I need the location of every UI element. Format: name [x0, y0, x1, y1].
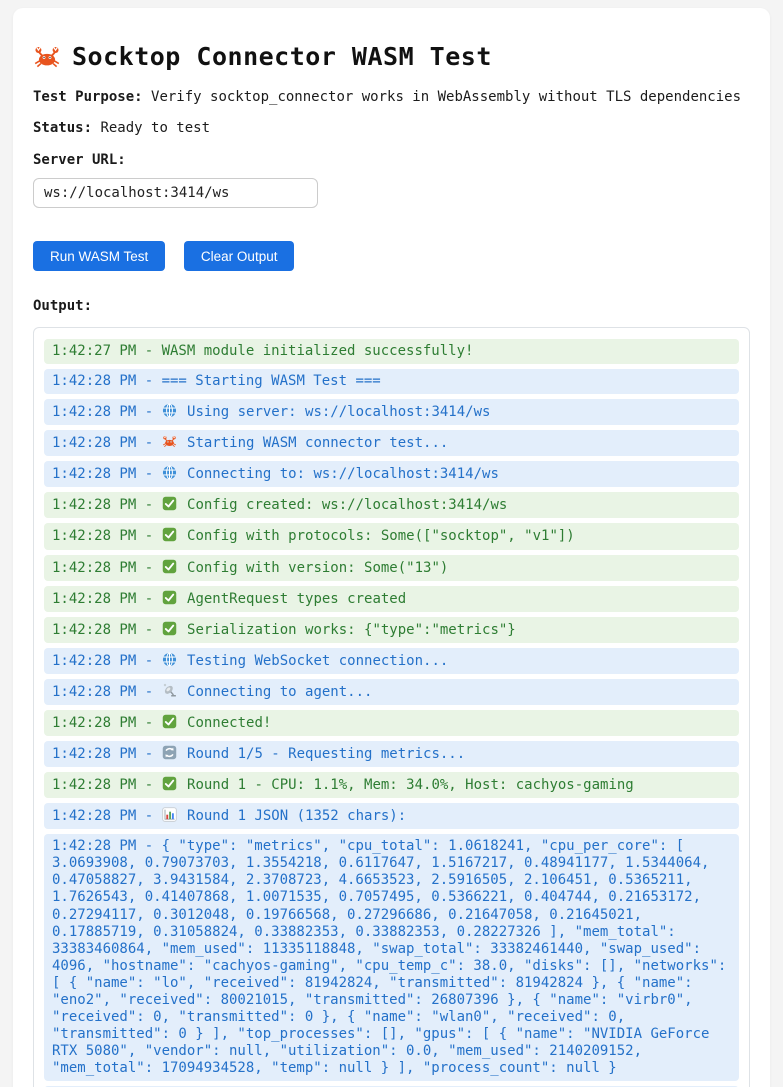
log-message: === Starting WASM Test === [162, 373, 381, 389]
log-entry: 1:42:28 PM - Round 1 JSON (1352 chars): [44, 803, 739, 829]
crab-icon [162, 434, 177, 449]
log-message: Testing WebSocket connection... [187, 653, 448, 669]
output-label: Output: [33, 298, 750, 314]
log-timestamp: 1:42:28 PM - [52, 373, 162, 389]
log-entry: 1:42:28 PM - Round 1/5 - Requesting metr… [44, 741, 739, 767]
log-timestamp: 1:42:28 PM - [52, 808, 162, 824]
log-message: Connecting to: ws://localhost:3414/ws [187, 466, 499, 482]
log-message: Config with version: Some("13") [187, 560, 448, 576]
log-message: Serialization works: {"type":"metrics"} [187, 622, 516, 638]
log-timestamp: 1:42:28 PM - [52, 528, 162, 544]
log-timestamp: 1:42:28 PM - [52, 560, 162, 576]
page-title: Socktop Connector WASM Test [33, 42, 750, 71]
clear-output-button[interactable]: Clear Output [184, 241, 295, 271]
globe-icon [162, 465, 177, 480]
log-entry: 1:42:28 PM - Serialization works: {"type… [44, 617, 739, 643]
log-entry: 1:42:28 PM - === Starting WASM Test === [44, 369, 739, 394]
log-timestamp: 1:42:28 PM - [52, 777, 162, 793]
button-row: Run WASM Test Clear Output [33, 241, 750, 271]
crab-icon [33, 43, 61, 71]
log-entry: 1:42:28 PM - Round 1 - CPU: 1.1%, Mem: 3… [44, 772, 739, 798]
log-container: 1:42:27 PM - WASM module initialized suc… [33, 327, 750, 1087]
log-entry: 1:42:28 PM - Config created: ws://localh… [44, 492, 739, 518]
status-line: Status: Ready to test [33, 120, 750, 138]
log-entry: 1:42:28 PM - Testing WebSocket connectio… [44, 648, 739, 674]
log-message: Starting WASM connector test... [187, 435, 448, 451]
log-entry: 1:42:28 PM - AgentRequest types created [44, 586, 739, 612]
log-entry: 1:42:28 PM - Connecting to: ws://localho… [44, 461, 739, 487]
log-timestamp: 1:42:28 PM - [52, 591, 162, 607]
page-title-text: Socktop Connector WASM Test [72, 42, 492, 71]
log-entry: 1:42:28 PM - Connecting to agent... [44, 679, 739, 705]
log-timestamp: 1:42:28 PM - [52, 838, 162, 854]
test-purpose-text: Verify socktop_connector works in WebAss… [151, 89, 741, 105]
log-timestamp: 1:42:28 PM - [52, 404, 162, 420]
log-entry: 1:42:28 PM - Starting WASM connector tes… [44, 430, 739, 456]
log-entry: 1:42:28 PM - Using server: ws://localhos… [44, 399, 739, 425]
server-url-input[interactable] [33, 178, 318, 208]
log-message: WASM module initialized successfully! [162, 343, 474, 359]
check-icon [162, 559, 177, 574]
log-entry: 1:42:27 PM - WASM module initialized suc… [44, 339, 739, 364]
status-text: Ready to test [100, 120, 210, 136]
log-timestamp: 1:42:28 PM - [52, 715, 162, 731]
log-entry: 1:42:28 PM - Config with protocols: Some… [44, 523, 739, 549]
bar-chart-icon [162, 807, 177, 822]
log-message: AgentRequest types created [187, 591, 406, 607]
log-message: Round 1 JSON (1352 chars): [187, 808, 406, 824]
globe-icon [162, 652, 177, 667]
log-message: Using server: ws://localhost:3414/ws [187, 404, 490, 420]
check-icon [162, 714, 177, 729]
log-timestamp: 1:42:28 PM - [52, 653, 162, 669]
log-timestamp: 1:42:28 PM - [52, 466, 162, 482]
globe-icon [162, 403, 177, 418]
log-message: Config created: ws://localhost:3414/ws [187, 497, 507, 513]
main-card: Socktop Connector WASM Test Test Purpose… [13, 8, 770, 1087]
check-icon [162, 776, 177, 791]
log-message: Config with protocols: Some(["socktop", … [187, 528, 575, 544]
log-entry: 1:42:28 PM - Connected! [44, 710, 739, 736]
log-message: Round 1/5 - Requesting metrics... [187, 746, 465, 762]
log-message: Round 1 - CPU: 1.1%, Mem: 34.0%, Host: c… [187, 777, 634, 793]
test-purpose-line: Test Purpose: Verify socktop_connector w… [33, 89, 750, 107]
log-timestamp: 1:42:27 PM - [52, 343, 162, 359]
log-timestamp: 1:42:28 PM - [52, 746, 162, 762]
log-entry: 1:42:28 PM - Config with version: Some("… [44, 555, 739, 581]
run-wasm-test-button[interactable]: Run WASM Test [33, 241, 165, 271]
log-timestamp: 1:42:28 PM - [52, 622, 162, 638]
log-message: Connected! [187, 715, 271, 731]
check-icon [162, 621, 177, 636]
refresh-icon [162, 745, 177, 760]
log-timestamp: 1:42:28 PM - [52, 497, 162, 513]
log-timestamp: 1:42:28 PM - [52, 684, 162, 700]
log-message: Connecting to agent... [187, 684, 372, 700]
check-icon [162, 527, 177, 542]
check-icon [162, 590, 177, 605]
status-label: Status: [33, 120, 92, 136]
log-timestamp: 1:42:28 PM - [52, 435, 162, 451]
test-purpose-label: Test Purpose: [33, 89, 143, 105]
satellite-icon [162, 683, 177, 698]
log-message: { "type": "metrics", "cpu_total": 1.0618… [52, 838, 735, 1076]
server-url-label: Server URL: [33, 152, 750, 168]
log-entry: 1:42:28 PM - { "type": "metrics", "cpu_t… [44, 834, 739, 1081]
check-icon [162, 496, 177, 511]
